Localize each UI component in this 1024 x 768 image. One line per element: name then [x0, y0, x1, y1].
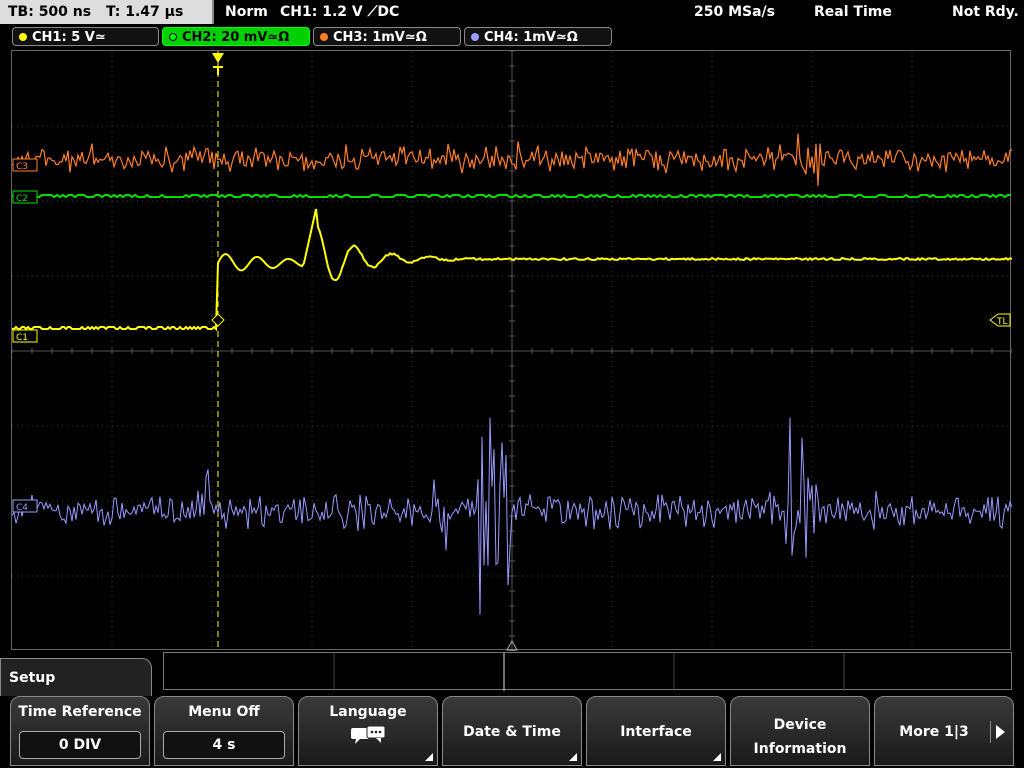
lower-bar-grid	[333, 653, 845, 691]
ch1-marker-label: C1	[16, 333, 28, 343]
more-button[interactable]: More 1|3	[874, 696, 1014, 766]
ready-state: Not Rdy.	[952, 4, 1019, 20]
trigger-info[interactable]: CH1: 1.2 V ⟋DC	[280, 0, 399, 24]
acquisition-mode: Real Time	[814, 4, 892, 20]
ch4-dot-icon	[471, 33, 479, 41]
channel-tab-label: CH4: 1mV≃Ω	[484, 30, 578, 45]
waveform-display[interactable]: C3 C2 C1 C4 TL	[11, 50, 1012, 651]
waveform-canvas: C3 C2 C1 C4 TL	[12, 51, 1012, 651]
menu-off-button[interactable]: Menu Off 4 s	[154, 696, 294, 766]
channel-tab-ch3[interactable]: CH3: 1mV≃Ω	[313, 27, 461, 46]
date-time-label: Date & Time	[463, 724, 561, 740]
time-reference-label: Time Reference	[18, 704, 142, 720]
interface-button[interactable]: Interface	[586, 696, 726, 766]
ch4-marker-label: C4	[16, 503, 28, 513]
next-page-arrow-icon	[996, 725, 1005, 739]
timebase-value: TB: 500 ns	[8, 4, 92, 20]
submenu-indicator-icon	[569, 753, 577, 761]
channel-tabs: CH1: 5 V≃ CH2: 20 mV≃Ω CH3: 1mV≃Ω CH4: 1…	[0, 26, 1024, 48]
softkey-bar: Time Reference 0 DIV Menu Off 4 s Langua…	[0, 696, 1024, 768]
trigger-mode[interactable]: Norm	[225, 0, 268, 24]
trigger-position-icon	[212, 53, 224, 63]
menu-title: Setup	[9, 670, 56, 686]
sample-rate: 250 MSa/s	[694, 4, 776, 20]
timebase-box[interactable]: TB: 500 ns T: 1.47 µs	[0, 0, 214, 24]
ch2-marker-label: C2	[16, 194, 28, 204]
speech-bubble-icon	[351, 725, 386, 744]
channel-tab-label: CH2: 20 mV≃Ω	[182, 30, 290, 45]
trigger-point-icon	[211, 313, 225, 327]
channel-tab-label: CH1: 5 V≃	[32, 30, 106, 45]
time-reference-value: 0 DIV	[19, 731, 141, 759]
more-separator	[990, 721, 991, 743]
lower-info-bar	[163, 652, 1012, 691]
device-info-label-line2: Information	[753, 741, 847, 757]
channel-tab-ch4[interactable]: CH4: 1mV≃Ω	[464, 27, 612, 46]
submenu-indicator-icon	[425, 753, 433, 761]
menu-off-label: Menu Off	[188, 704, 260, 720]
date-time-button[interactable]: Date & Time	[442, 696, 582, 766]
trigger-time-value: T: 1.47 µs	[105, 4, 184, 20]
channel-tab-ch2[interactable]: CH2: 20 mV≃Ω	[162, 27, 310, 46]
menu-title-tab: Setup	[0, 658, 152, 698]
device-information-button[interactable]: Device Information	[730, 696, 870, 766]
ch3-dot-icon	[320, 33, 328, 41]
status-bar: TB: 500 ns T: 1.47 µs Norm CH1: 1.2 V ⟋D…	[0, 0, 1024, 24]
channel-tab-label: CH3: 1mV≃Ω	[333, 30, 427, 45]
channel-tab-ch1[interactable]: CH1: 5 V≃	[12, 27, 159, 46]
interface-label: Interface	[620, 724, 692, 740]
trigger-level-label: TL	[996, 317, 1008, 327]
ch2-dot-icon	[169, 33, 177, 41]
device-info-label-line1: Device	[773, 717, 827, 733]
language-label: Language	[329, 704, 407, 720]
menu-off-value: 4 s	[163, 731, 285, 759]
ch3-marker-label: C3	[16, 162, 28, 172]
more-label: More 1|3	[899, 724, 969, 740]
language-button[interactable]: Language	[298, 696, 438, 766]
ch1-dot-icon	[19, 33, 27, 41]
time-reference-button[interactable]: Time Reference 0 DIV	[10, 696, 150, 766]
submenu-indicator-icon	[713, 753, 721, 761]
